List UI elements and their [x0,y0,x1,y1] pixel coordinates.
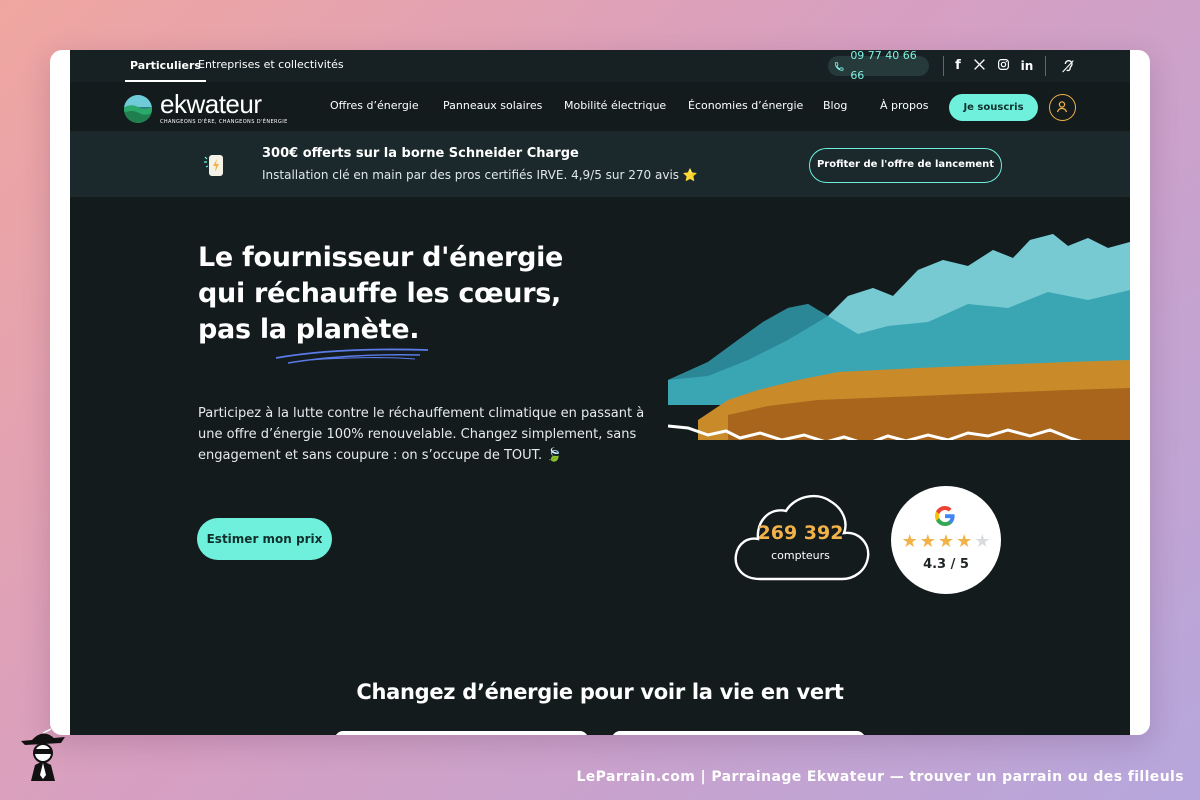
hero-title: Le fournisseur d'énergie qui réchauffe l… [198,240,618,348]
instagram-icon[interactable] [995,58,1011,74]
estimate-price-button[interactable]: Estimer mon prix [197,518,332,560]
rating-value: 4.3 / 5 [923,557,969,572]
meters-count: 269 392 [757,522,844,544]
star-icon: ★ [901,531,918,552]
leparrain-mascot-logo [21,728,65,781]
logo-text[interactable]: ekwateur [160,89,262,120]
tab-entreprises[interactable]: Entreprises et collectivités [198,50,344,82]
nav-a-propos[interactable]: À propos [880,99,928,112]
hero-title-line: qui réchauffe les cœurs, [198,278,561,309]
charging-station-icon [204,155,223,176]
watermark-caption: LeParrain.com | Parrainage Ekwateur — tr… [576,769,1184,785]
promo-title: 300€ offerts sur la borne Schneider Char… [262,146,579,161]
nav-panneaux[interactable]: Panneaux solaires [443,99,542,112]
promo-banner: 300€ offerts sur la borne Schneider Char… [70,132,1130,197]
logo-tagline: CHANGEONS D'ÈRE, CHANGEONS D'ÉNERGIE [160,119,288,125]
mountain-forest-illustration [668,234,1130,440]
user-icon [1056,101,1068,113]
underline-scribble [275,348,429,364]
google-rating-badge: ★ ★ ★ ★ ★ 4.3 / 5 [891,486,1001,594]
star-empty-icon: ★ [974,531,991,552]
divider [1045,56,1046,76]
ekwateur-logo-icon[interactable] [123,94,153,124]
star-icon: ★ [937,531,955,552]
offer-card[interactable] [335,731,588,735]
facebook-icon[interactable]: f [950,58,966,74]
ear-accessibility-icon[interactable] [1060,58,1076,74]
hero-description: Participez à la lutte contre le réchauff… [198,406,645,463]
nav-economies[interactable]: Économies d’énergie [688,99,803,112]
nav-mobilite[interactable]: Mobilité électrique [564,99,666,112]
nav-blog[interactable]: Blog [823,99,847,112]
google-g-icon [935,506,955,526]
hero-title-line: Le fournisseur d'énergie [198,242,564,273]
account-button[interactable] [1049,94,1076,121]
meters-label: compteurs [771,549,830,562]
x-icon[interactable] [971,58,987,74]
ekwateur-site: Particuliers Entreprises et collectivité… [70,50,1130,735]
phone-icon [834,61,844,71]
tab-particuliers[interactable]: Particuliers [125,50,206,82]
star-icon: ★ [919,531,936,552]
offer-card[interactable] [612,731,865,735]
star-icon: ★ [956,531,973,552]
main-nav: ekwateur CHANGEONS D'ÈRE, CHANGEONS D'ÉN… [70,82,1130,132]
top-bar: Particuliers Entreprises et collectivité… [70,50,1130,82]
linkedin-icon[interactable]: in [1019,58,1035,74]
phone-number: 09 77 40 66 66 [850,50,917,82]
launch-offer-button[interactable]: Profiter de l'offre de lancement [809,148,1002,183]
rating-stars: ★ ★ ★ ★ ★ [895,532,997,552]
browser-frame: Particuliers Entreprises et collectivité… [50,50,1150,735]
nav-offres[interactable]: Offres d’énergie [330,99,419,112]
divider [943,56,944,76]
phone-button[interactable]: 09 77 40 66 66 [828,50,929,82]
subscribe-button[interactable]: Je souscris [949,94,1038,121]
section-title: Changez d’énergie pour voir la vie en ve… [356,680,844,704]
promo-subtitle: Installation clé en main par des pros ce… [262,168,698,182]
